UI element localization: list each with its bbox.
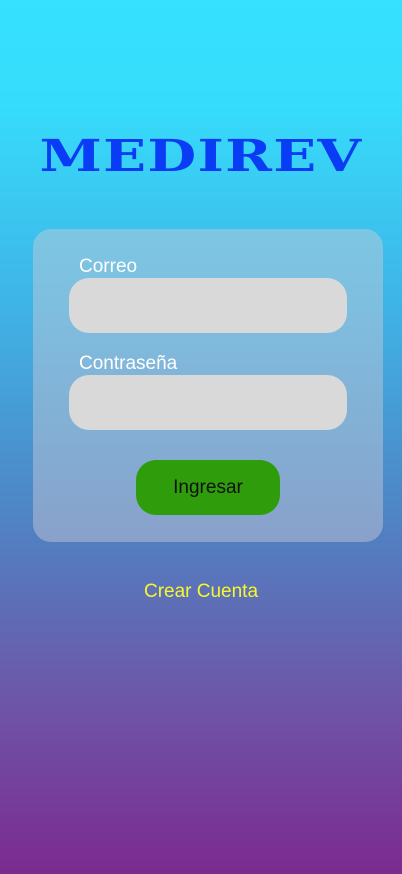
email-field[interactable] [69, 278, 347, 333]
app-title: MEDIREV [39, 131, 363, 182]
login-button[interactable]: Ingresar [136, 460, 280, 515]
login-card: Correo Contraseña Ingresar [33, 229, 383, 542]
password-field[interactable] [69, 375, 347, 430]
password-label: Contraseña [79, 353, 178, 374]
email-label: Correo [79, 256, 138, 277]
create-account-link[interactable]: Crear Cuenta [0, 581, 402, 603]
